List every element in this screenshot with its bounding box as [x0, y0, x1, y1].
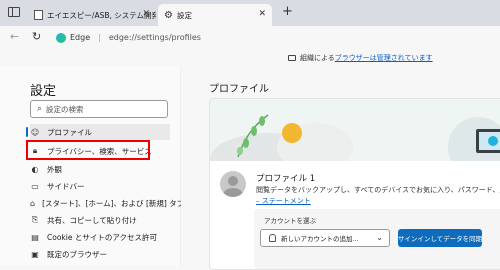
managed-link[interactable]: ブラウザーは管理されています: [335, 53, 433, 63]
search-placeholder: 設定の検索: [46, 104, 84, 114]
close-tab-icon[interactable]: ✕: [258, 9, 266, 19]
sidebar-item-cookies[interactable]: ▤ Cookie とサイトのアクセス許可: [30, 229, 170, 245]
chevron-down-icon: ⌄: [376, 233, 383, 242]
sidebar-icon: ▭: [31, 181, 39, 191]
search-icon: ⌕: [37, 104, 43, 114]
info-bar: 組織による ブラウザーは管理されています: [0, 50, 500, 66]
briefcase-icon: [288, 55, 296, 61]
tab-title: 設定: [176, 10, 192, 20]
settings-sidebar: 設定 ⌕ 設定の検索 ☺ プロファイル 🔒︎ プライバシー、検索、サービス ◐ …: [0, 66, 184, 266]
tab-title: エイエスピー/ASB, システム開発, ソフ: [47, 10, 156, 20]
browser-icon: ▣: [31, 249, 39, 259]
account-picker: アカウントを選ぶ 新しいアカウントの追加... ⌄ サインインしてデータを同期: [254, 209, 500, 269]
sidebar-item-label: Cookie とサイトのアクセス許可: [47, 232, 157, 242]
page-title: プロファイル: [209, 84, 269, 95]
home-icon: ⌂: [30, 198, 36, 208]
managed-prefix: 組織による: [300, 54, 335, 62]
sidebar-item-default-browser[interactable]: ▣ 既定のブラウザー: [30, 246, 170, 262]
back-arrow-icon[interactable]: ←: [10, 30, 19, 43]
address-separator: |: [98, 33, 101, 42]
gear-icon: ⚙: [164, 9, 173, 21]
address-bar[interactable]: Edge | edge://settings/profiles: [56, 29, 496, 46]
toolbar: ← ↻ Edge | edge://settings/profiles: [0, 26, 500, 51]
sign-in-sync-button[interactable]: サインインしてデータを同期: [398, 229, 482, 247]
profile-card: プロファイル 1 閲覧データをバックアップし、すべてのデバイスでお気に入り、パス…: [209, 98, 500, 270]
account-select[interactable]: 新しいアカウントの追加... ⌄: [260, 229, 390, 247]
sidebar-item-appearance[interactable]: ◐ 外観: [30, 161, 170, 177]
sidebar-item-label: [スタート]、[ホーム]、および [新規] タブ: [42, 198, 185, 208]
sidebar-item-sidebar[interactable]: ▭ サイドバー: [30, 178, 170, 194]
account-label: アカウントを選ぶ: [264, 217, 316, 225]
settings-search-input[interactable]: ⌕ 設定の検索: [30, 100, 168, 118]
close-tab-icon[interactable]: ✕: [142, 9, 150, 19]
managed-notice: 組織による ブラウザーは管理されています: [288, 53, 433, 63]
share-icon: ⎘: [31, 215, 39, 224]
profile-description: 閲覧データをバックアップし、すべてのデバイスでお気に入り、パスワード、履歴などを…: [256, 186, 500, 194]
statement-link[interactable]: – ステートメント: [256, 196, 311, 206]
sidebar-item-label: 外観: [47, 164, 62, 174]
sidebar-item-label: プロファイル: [47, 127, 92, 137]
person-icon: ☺: [30, 127, 40, 137]
settings-title: 設定: [30, 84, 57, 99]
sidebar-item-label: 既定のブラウザー: [47, 249, 107, 259]
tab-actions-icon[interactable]: [8, 7, 20, 17]
sidebar-item-label: 共有、コピーして貼り付け: [47, 215, 137, 225]
sidebar-item-share[interactable]: ⎘ 共有、コピーして貼り付け: [30, 212, 170, 228]
statement-label: ステートメント: [261, 197, 311, 205]
page-favicon-icon: [34, 10, 43, 20]
reload-icon[interactable]: ↻: [32, 30, 41, 43]
account-select-value: 新しいアカウントの追加...: [281, 235, 359, 243]
person-icon: [269, 234, 276, 242]
avatar: [220, 171, 246, 197]
url-text: edge://settings/profiles: [108, 33, 201, 42]
cookie-icon: ▤: [31, 232, 39, 242]
sidebar-item-profiles[interactable]: ☺ プロファイル: [26, 124, 170, 140]
sidebar-item-label: サイドバー: [47, 181, 85, 191]
profile-banner-illustration: [210, 99, 500, 161]
new-tab-button[interactable]: +: [282, 4, 293, 19]
profile-name: プロファイル 1: [256, 174, 316, 184]
appearance-icon: ◐: [31, 164, 39, 174]
edge-logo-icon: [56, 32, 66, 43]
tab-strip: エイエスピー/ASB, システム開発, ソフ ✕ ⚙ 設定 ✕ +: [0, 0, 500, 26]
browser-name: Edge: [70, 33, 91, 42]
main-content: プロファイル プロファイル 1 閲覧データをバックアップし、すべてのデバイスでお…: [181, 66, 500, 270]
sidebar-item-start-home[interactable]: ⌂ [スタート]、[ホーム]、および [新規] タブ: [30, 195, 184, 211]
highlight-box: [26, 140, 150, 160]
tab-asb[interactable]: エイエスピー/ASB, システム開発, ソフ ✕: [28, 4, 156, 26]
tab-settings[interactable]: ⚙ 設定 ✕: [158, 4, 272, 26]
